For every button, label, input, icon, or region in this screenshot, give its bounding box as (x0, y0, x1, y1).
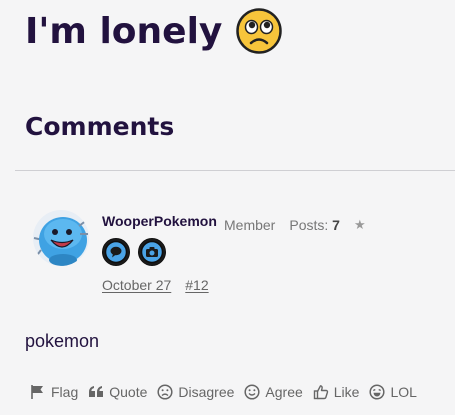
disagree-label: Disagree (178, 384, 235, 400)
quote-label: Quote (109, 384, 148, 400)
thumbs-up-icon (313, 385, 328, 400)
comment-body: pokemon (25, 331, 100, 351)
author-posts: Posts: 7 (289, 217, 340, 233)
smile-icon (244, 384, 260, 400)
lol-label: LOL (390, 384, 417, 400)
author-meta: Member Posts: 7 ★ (224, 217, 366, 233)
pleading-face-emoji-icon (236, 8, 283, 54)
comment-date-link[interactable]: October 27 (102, 277, 171, 293)
photogenic-badge-icon[interactable] (138, 238, 166, 266)
frown-icon (157, 384, 173, 400)
like-button[interactable]: Like (313, 384, 360, 400)
posts-count: 7 (332, 217, 340, 233)
avatar[interactable] (33, 210, 89, 266)
first-comment-badge-icon[interactable] (102, 238, 130, 266)
flag-button[interactable]: Flag (30, 384, 78, 400)
discussion-title-text: I'm lonely (25, 10, 223, 52)
author-role: Member (224, 217, 276, 233)
comment-meta-links: October 27 #12 (102, 277, 209, 293)
author-badges (102, 238, 166, 266)
agree-label: Agree (265, 384, 303, 400)
disagree-button[interactable]: Disagree (157, 384, 234, 400)
flag-icon (31, 385, 43, 399)
star-icon: ★ (353, 217, 366, 232)
comments-heading: Comments (25, 112, 175, 141)
reaction-bar: Flag Quote Disagree Agree Like LOL (30, 384, 417, 400)
laugh-icon (369, 384, 386, 400)
comment-author-username[interactable]: WooperPokemon (102, 213, 217, 229)
discussion-title: I'm lonely (25, 8, 283, 54)
like-label: Like (333, 384, 360, 400)
quote-icon (89, 386, 104, 397)
comment-permalink[interactable]: #12 (185, 277, 208, 293)
flag-label: Flag (51, 384, 79, 400)
lol-button[interactable]: LOL (369, 384, 417, 400)
divider (15, 170, 455, 171)
quote-button[interactable]: Quote (88, 384, 147, 400)
wooper-avatar-image (33, 210, 89, 266)
posts-label: Posts: (289, 217, 329, 233)
agree-button[interactable]: Agree (244, 384, 303, 400)
